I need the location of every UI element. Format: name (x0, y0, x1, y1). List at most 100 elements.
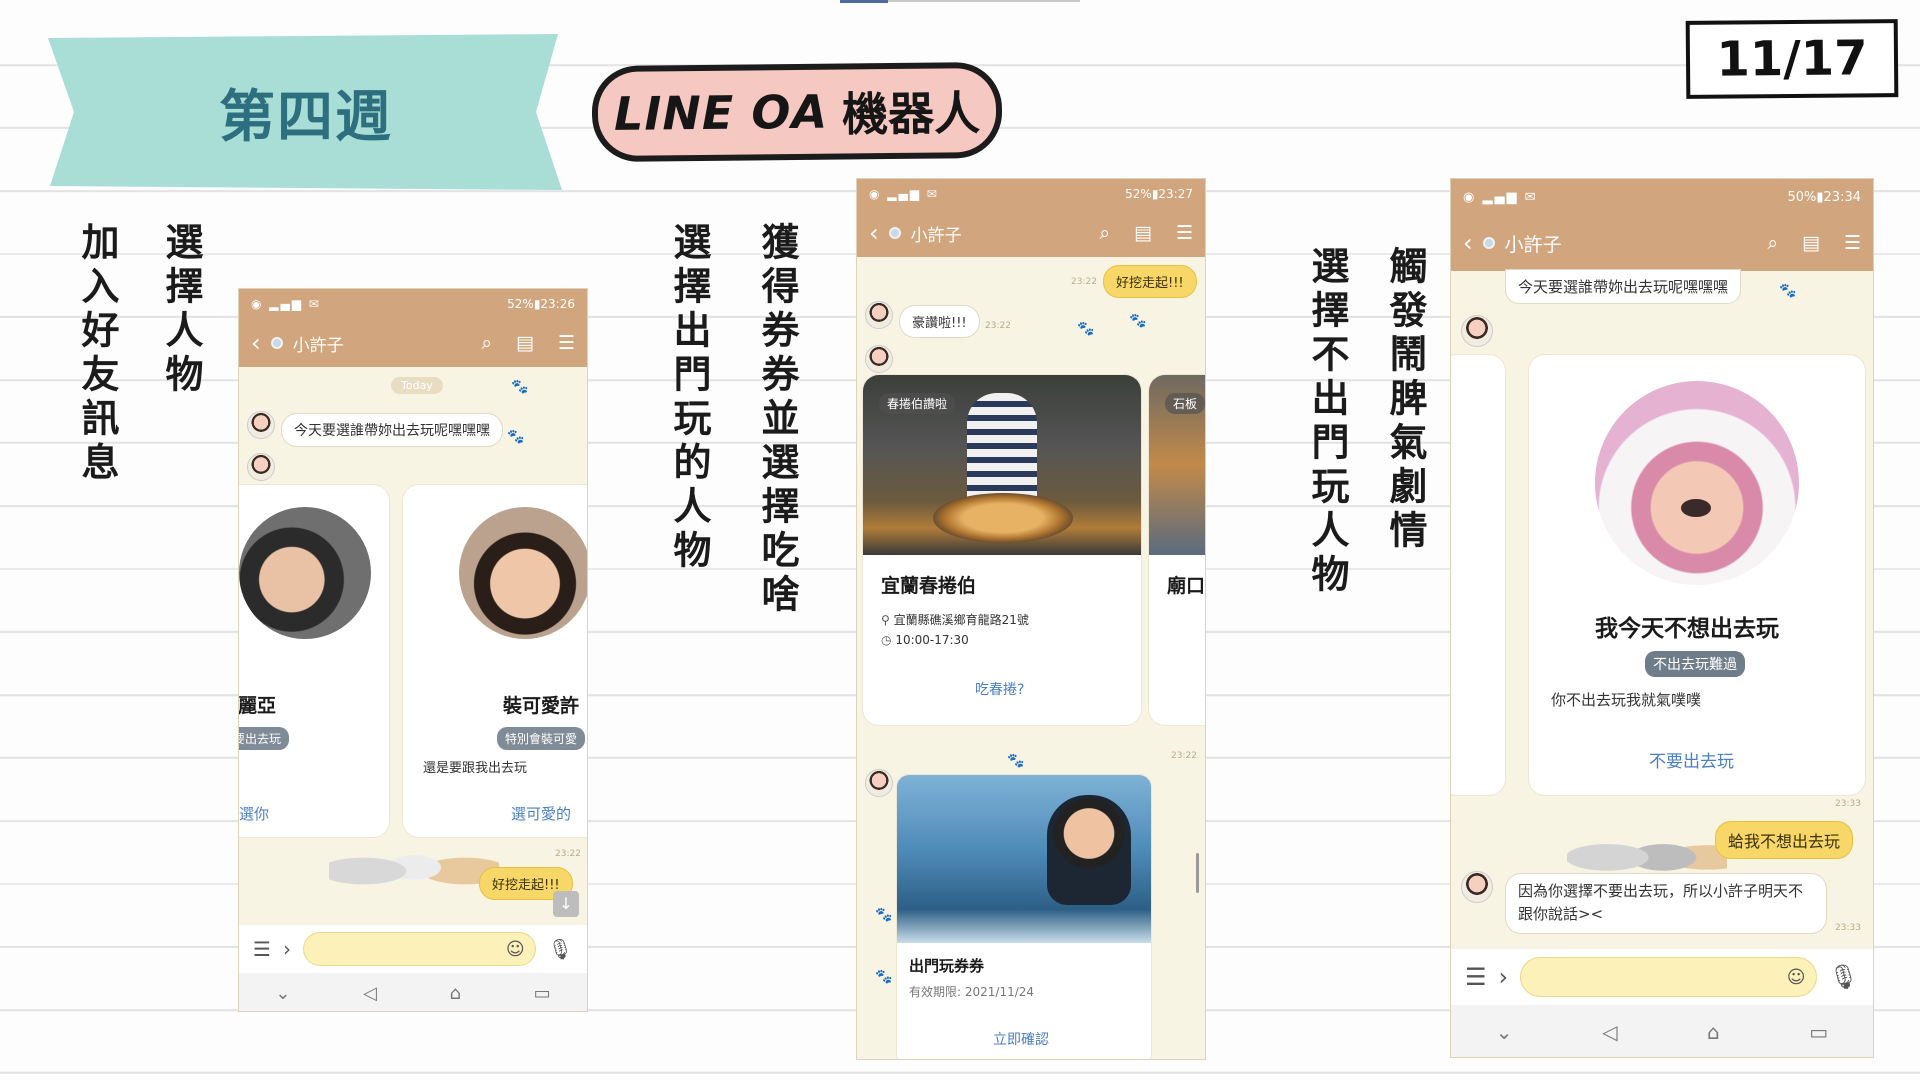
nav-extra-icon[interactable]: ⌄ (275, 983, 290, 1004)
top-decoration (840, 0, 1080, 3)
message-input[interactable]: ☺ (302, 932, 536, 966)
home-icon[interactable]: ⌂ (1707, 1020, 1720, 1044)
shop-address-row: ⚲ 宜蘭縣礁溪鄉育龍路21號 (881, 611, 1029, 628)
android-navbar: ⌄ ◁ ⌂ ▭ (239, 973, 587, 1011)
timestamp: 23:22 (985, 321, 1011, 331)
emoji-icon[interactable]: ☺ (506, 939, 525, 960)
character-name: 裝可愛許 (503, 695, 580, 717)
message-input[interactable]: ☺ (1520, 957, 1817, 997)
chevron-right-icon[interactable]: › (1499, 963, 1509, 991)
caption-get-coupon: 獲得券券並選擇吃啥 (755, 222, 799, 618)
back-nav-icon[interactable]: ◁ (363, 983, 377, 1004)
back-icon[interactable]: ‹ (1463, 229, 1473, 257)
timestamp: 23:33 (1835, 923, 1861, 933)
bot-message: 豪讚啦!!! (899, 305, 980, 338)
back-nav-icon[interactable]: ◁ (1602, 1020, 1617, 1044)
character-card-left: 瑪麗亞 不要出去玩 選你 (238, 485, 389, 837)
menu-icon[interactable]: ☰ (558, 332, 575, 354)
coupon-validity: 有效期限: 2021/11/24 (909, 985, 1035, 999)
avatar (247, 453, 275, 481)
bot-title-en: LINE OA (613, 84, 829, 141)
list-icon[interactable]: ▤ (1134, 222, 1152, 244)
search-icon[interactable]: ⌕ (1767, 232, 1778, 254)
menu-icon[interactable]: ☰ (1465, 963, 1487, 991)
scroll-down-icon[interactable]: ↓ (553, 891, 579, 917)
recents-icon[interactable]: ▭ (534, 983, 551, 1004)
chat-header: ‹ 小許子 ⌕ ▤ ☰ (239, 319, 587, 367)
character-name: 我今天不想出去玩 (1595, 616, 1779, 642)
caption-choose-outing: 選擇出門玩的人物 (667, 222, 711, 574)
search-icon[interactable]: ⌕ (1099, 222, 1110, 244)
coupon-card: 出門玩券券 有效期限: 2021/11/24 立即確認 (897, 775, 1151, 1059)
scrollbar[interactable] (1196, 853, 1199, 893)
timestamp: 23:22 (1171, 751, 1197, 761)
status-bar: ◉ ▂▄▆ ✉ 52%▮23:26 (239, 289, 587, 319)
official-badge-icon (270, 337, 283, 349)
character-desc: 你不出去玩我就氣噗噗 (1551, 691, 1702, 709)
choose-character-button[interactable]: 選可愛的 (511, 803, 571, 824)
bot-title-badge: LINE OA 機器人 (591, 61, 1003, 163)
paw-icon: 🐾 (511, 379, 529, 395)
status-time: 52%▮23:27 (1125, 187, 1193, 201)
avatar (865, 769, 893, 797)
signal-icon: ◉ ▂▄▆ ✉ (251, 297, 321, 311)
back-icon[interactable]: ‹ (869, 219, 879, 247)
user-message: 蛤我不想出去玩 (1715, 821, 1854, 859)
week-banner: 第四週 (46, 32, 566, 192)
chat-name: 小許子 (910, 225, 962, 246)
paw-icon: 🐾 (875, 969, 893, 985)
shop-hours-row: ◷ 10:00-17:30 (881, 633, 969, 647)
paw-icon: 🐾 (1129, 313, 1147, 329)
chat-name: 小許子 (292, 335, 344, 356)
coupon-confirm-button[interactable]: 立即確認 (993, 1029, 1049, 1049)
character-desc: 還是要跟我出去玩 (423, 761, 528, 776)
menu-icon[interactable]: ☰ (253, 937, 271, 961)
recents-icon[interactable]: ▭ (1809, 1020, 1828, 1044)
character-name: 瑪麗亞 (238, 695, 277, 717)
menu-icon[interactable]: ☰ (1844, 232, 1861, 254)
character-photo (1595, 381, 1799, 585)
list-icon[interactable]: ▤ (1802, 232, 1820, 254)
signal-icon: ◉ ▂▄▆ ✉ (869, 187, 939, 201)
search-icon[interactable]: ⌕ (481, 332, 492, 354)
menu-icon[interactable]: ☰ (1176, 222, 1193, 244)
phone-screenshot-3: ◉ ▂▄▆ ✉ 50%▮23:34 ‹ 小許子 ⌕ ▤ ☰ 今天要選誰帶妳出去玩… (1450, 178, 1874, 1058)
chevron-right-icon[interactable]: › (283, 937, 291, 961)
character-tag: 特別會裝可愛 (497, 727, 586, 750)
mic-icon[interactable]: 🎙 (548, 937, 573, 961)
back-icon[interactable]: ‹ (251, 329, 261, 357)
shop-action-button[interactable]: 吃春捲? (975, 679, 1024, 699)
timestamp: 23:22 (555, 849, 581, 859)
phone-screenshot-1: ◉ ▂▄▆ ✉ 52%▮23:26 ‹ 小許子 ⌕ ▤ ☰ Today 🐾 今天… (238, 288, 588, 1012)
character-tag: 不出去玩難過 (1645, 651, 1745, 677)
mic-icon[interactable]: 🎙 (1829, 963, 1859, 991)
bot-reply-message: 因為你選擇不要出去玩，所以小許子明天不跟你說話>< (1505, 873, 1827, 934)
bot-title-zh: 機器人 (841, 86, 981, 142)
home-icon[interactable]: ⌂ (450, 983, 461, 1004)
character-card-prev (1451, 355, 1505, 795)
choose-character-button[interactable]: 選你 (239, 803, 269, 824)
stay-home-button[interactable]: 不要出去玩 (1649, 747, 1734, 772)
nav-extra-icon[interactable]: ⌄ (1496, 1020, 1513, 1044)
message-input-bar: ☰ › ☺ 🎙 (1451, 949, 1873, 1005)
paw-icon: 🐾 (1007, 753, 1025, 769)
page-number: 11/17 (1716, 30, 1868, 88)
shop-name: 廟口 (1167, 575, 1206, 597)
week-title: 第四週 (219, 85, 393, 150)
paw-icon: 🐾 (1779, 283, 1797, 299)
shop-address: 宜蘭縣礁溪鄉育龍路21號 (893, 613, 1029, 627)
coupon-title: 出門玩券券 (909, 957, 985, 975)
emoji-icon[interactable]: ☺ (1787, 967, 1806, 988)
official-badge-icon (1482, 237, 1495, 249)
official-badge-icon (888, 227, 901, 239)
chat-name: 小許子 (1504, 233, 1562, 256)
avatar (1461, 871, 1493, 903)
today-chip: Today (391, 377, 443, 394)
shop-hours: 10:00-17:30 (895, 633, 969, 647)
character-photo (239, 507, 371, 639)
message-input-bar: ☰ › ☺ 🎙 (239, 925, 587, 973)
character-photo (459, 507, 587, 639)
signal-icon: ◉ ▂▄▆ ✉ (1463, 189, 1538, 205)
user-message: 好挖走起!!! (1103, 265, 1197, 298)
list-icon[interactable]: ▤ (516, 332, 534, 354)
